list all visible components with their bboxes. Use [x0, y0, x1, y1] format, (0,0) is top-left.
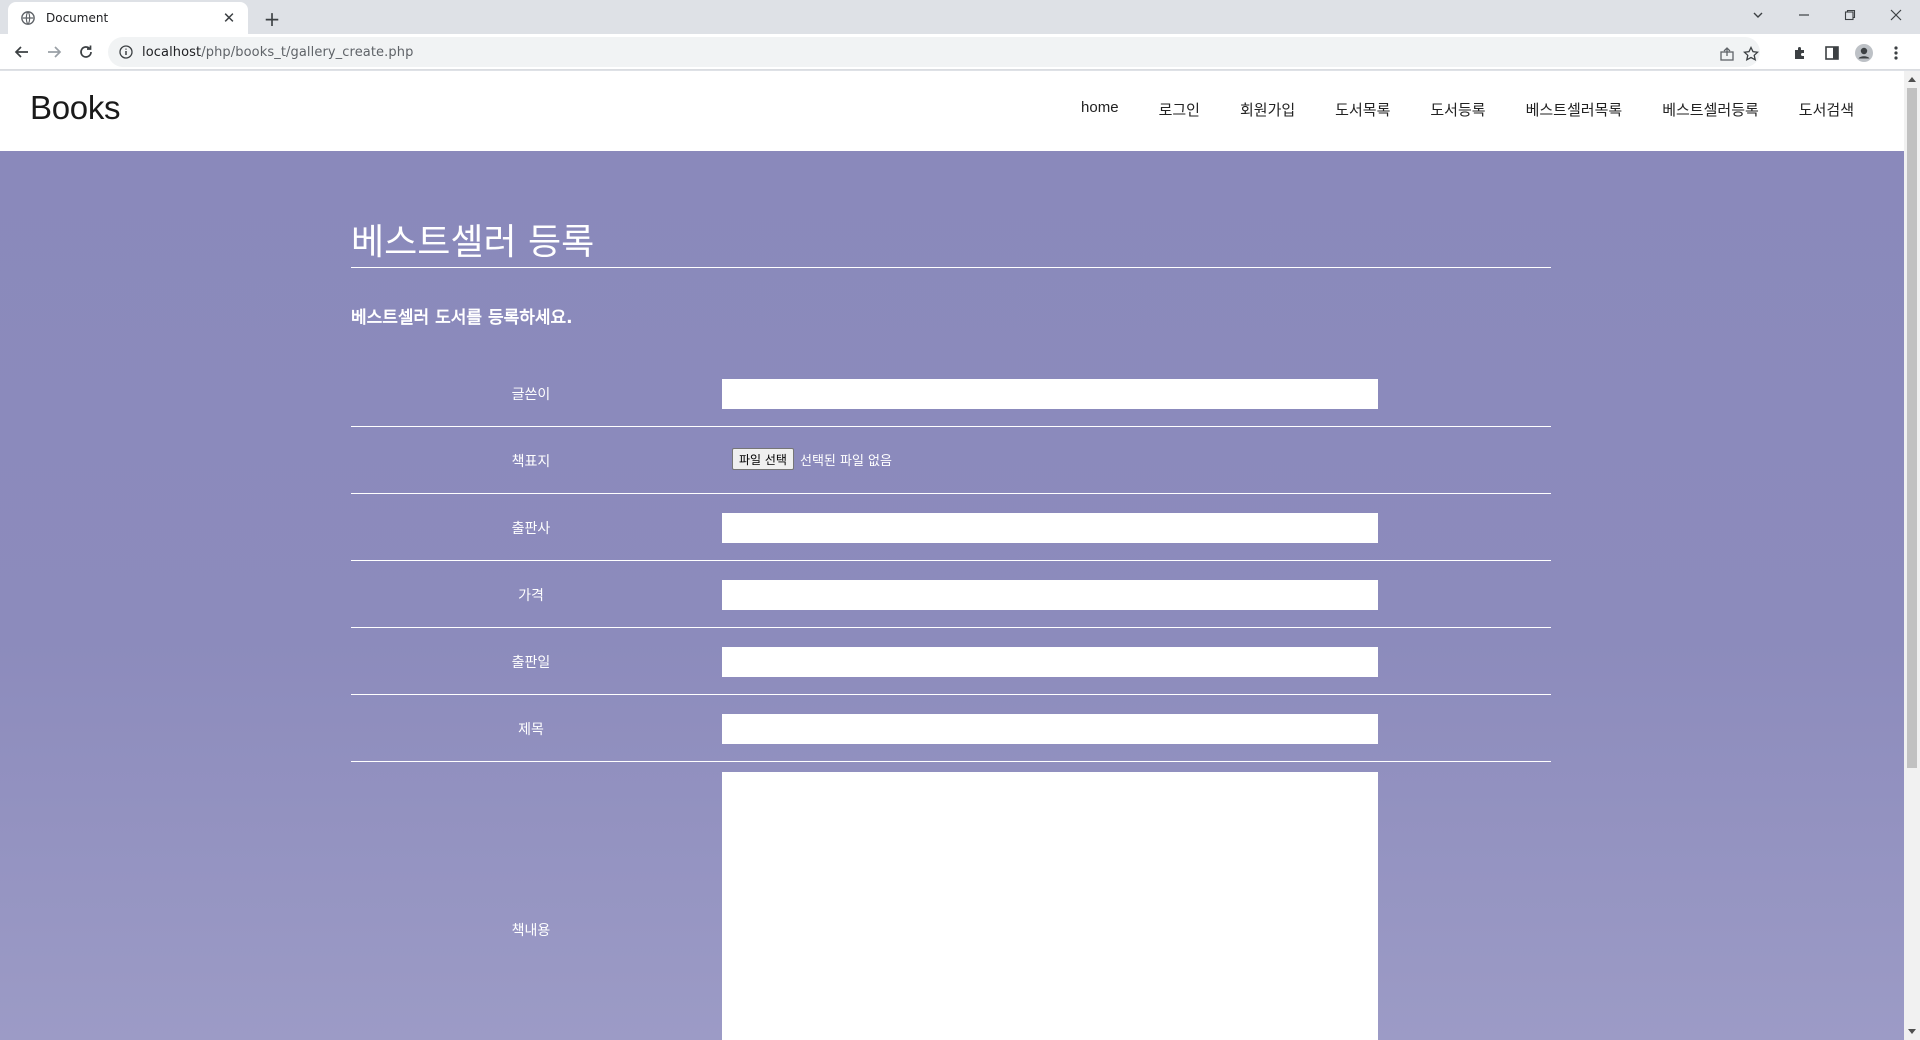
browser-tabstrip: Document ✕ + [0, 0, 1920, 34]
cover-row: 책표지 파일 선택 선택된 파일 없음 [351, 427, 1551, 494]
browser-tab[interactable]: Document ✕ [8, 2, 248, 34]
nav-book-list[interactable]: 도서목록 [1335, 99, 1390, 120]
pubdate-row: 출판일 [351, 628, 1551, 695]
price-row: 가격 [351, 561, 1551, 628]
file-status: 선택된 파일 없음 [799, 453, 892, 469]
close-tab-icon[interactable]: ✕ [220, 9, 238, 27]
choose-file-button[interactable]: 파일 선택 [732, 448, 794, 470]
nav-home[interactable]: home [1081, 99, 1119, 120]
price-label: 가격 [518, 588, 544, 604]
side-panel-icon[interactable] [1820, 41, 1844, 65]
restore-icon[interactable] [1828, 0, 1872, 30]
extensions-puzzle-icon[interactable] [1788, 41, 1812, 65]
title-input[interactable] [722, 714, 1378, 744]
url-path: /php/books_t/gallery_create.php [201, 44, 414, 60]
page-viewport: Books home 로그인 회원가입 도서목록 도서등록 베스트셀러목록 베스… [0, 71, 1904, 1040]
nav-bestseller-list[interactable]: 베스트셀러목록 [1526, 99, 1623, 120]
nav-bestseller-register[interactable]: 베스트셀러등록 [1662, 99, 1759, 120]
title-row: 제목 [351, 695, 1551, 762]
price-input[interactable] [722, 580, 1378, 610]
nav-login[interactable]: 로그인 [1159, 99, 1200, 120]
info-icon[interactable] [118, 44, 134, 60]
tab-title: Document [46, 11, 109, 25]
browser-toolbar: localhost/php/books_t/gallery_create.php [0, 34, 1920, 70]
url-text: localhost/php/books_t/gallery_create.php [142, 45, 413, 60]
nav-book-register[interactable]: 도서등록 [1430, 99, 1485, 120]
publisher-input[interactable] [722, 513, 1378, 543]
main-nav: home 로그인 회원가입 도서목록 도서등록 베스트셀러목록 베스트셀러등록 … [1041, 99, 1854, 120]
site-header: Books home 로그인 회원가입 도서목록 도서등록 베스트셀러목록 베스… [0, 71, 1904, 151]
url-host: localhost [142, 44, 202, 60]
scroll-down-arrow-icon[interactable] [1904, 1024, 1920, 1040]
back-arrow-icon[interactable] [8, 38, 36, 66]
pubdate-input[interactable] [722, 647, 1378, 677]
page-scrollbar[interactable] [1904, 71, 1920, 1040]
bookmark-star-icon[interactable] [1740, 43, 1762, 65]
share-icon[interactable] [1716, 43, 1738, 65]
publisher-row: 출판사 [351, 494, 1551, 561]
publisher-label: 출판사 [511, 521, 551, 537]
pubdate-label: 출판일 [511, 655, 551, 671]
nav-book-search[interactable]: 도서검색 [1799, 99, 1854, 120]
minimize-icon[interactable] [1782, 0, 1826, 30]
forward-arrow-icon[interactable] [40, 38, 68, 66]
page-title: 베스트셀러 등록 [351, 222, 595, 263]
nav-signup[interactable]: 회원가입 [1240, 99, 1295, 120]
reload-icon[interactable] [72, 38, 100, 66]
page-subtitle: 베스트셀러 도서를 등록하세요. [351, 308, 573, 328]
scroll-up-arrow-icon[interactable] [1904, 71, 1920, 87]
author-label: 글쓴이 [511, 387, 551, 403]
scroll-thumb[interactable] [1907, 88, 1917, 768]
globe-icon [20, 10, 36, 26]
cover-label: 책표지 [511, 454, 551, 470]
title-label: 제목 [518, 722, 544, 738]
content-label: 책내용 [511, 923, 551, 939]
more-menu-icon[interactable] [1884, 41, 1908, 65]
title-divider [351, 267, 1551, 268]
tab-search-icon[interactable] [1736, 0, 1780, 30]
new-tab-button[interactable]: + [258, 5, 286, 33]
close-window-icon[interactable] [1874, 0, 1918, 30]
main-content: 베스트셀러 등록 베스트셀러 도서를 등록하세요. 글쓴이 책표지 파일 선택 … [0, 151, 1904, 1040]
site-logo[interactable]: Books [30, 89, 121, 127]
content-textarea[interactable] [722, 772, 1378, 1040]
address-bar[interactable]: localhost/php/books_t/gallery_create.php [108, 37, 1760, 67]
content-row: 책내용 [351, 762, 1551, 1040]
profile-avatar-icon[interactable] [1852, 41, 1876, 65]
cover-file-picker: 파일 선택 선택된 파일 없음 [732, 448, 892, 470]
author-input[interactable] [722, 379, 1378, 409]
author-row: 글쓴이 [351, 359, 1551, 427]
